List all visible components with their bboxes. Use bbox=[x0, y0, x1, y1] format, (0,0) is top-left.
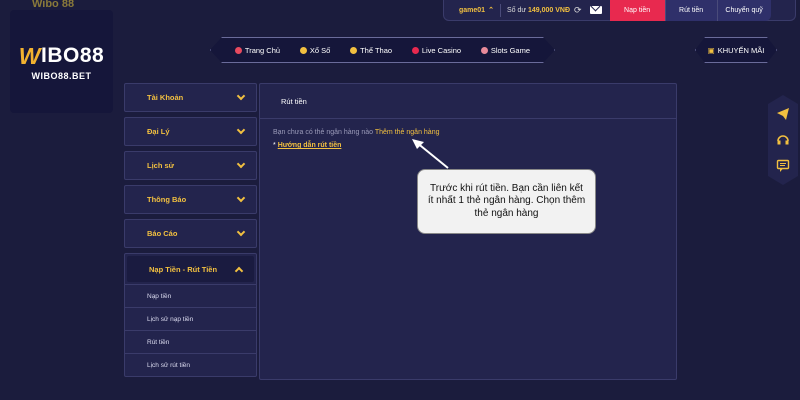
chat-icon[interactable] bbox=[776, 159, 790, 173]
headset-icon[interactable] bbox=[776, 133, 790, 147]
sidebar-item-label: Đại Lý bbox=[147, 127, 170, 136]
page: Wibo 88 W IBO88 WIBO88.BET game01 ⌃ Số d… bbox=[0, 0, 800, 400]
chevron-up-icon bbox=[234, 266, 244, 275]
nav-lottery-label: Xổ Số bbox=[309, 45, 331, 55]
panel-title: Rút tiền bbox=[260, 84, 676, 119]
sidebar-item-history[interactable]: Lịch sử bbox=[124, 151, 257, 180]
lottery-icon bbox=[300, 47, 307, 54]
nav-sports[interactable]: Thể Thao bbox=[350, 46, 392, 55]
promo-label: KHUYẾN MÃI bbox=[717, 45, 765, 55]
withdraw-guide-link[interactable]: Hướng dẫn rút tiền bbox=[278, 142, 342, 149]
home-icon bbox=[235, 47, 242, 54]
nav-home-label: Trang Chủ bbox=[244, 45, 281, 55]
balance: Số dư 149,000 VNĐ bbox=[501, 7, 574, 14]
sidebar-item-agent[interactable]: Đại Lý bbox=[124, 117, 257, 146]
nav-lottery[interactable]: Xổ Số bbox=[300, 46, 330, 55]
sidebar-subitem-deposit-history[interactable]: Lịch sử nạp tiền bbox=[125, 307, 256, 330]
balance-label: Số dư bbox=[506, 6, 527, 14]
nav-live-casino[interactable]: Live Casino bbox=[412, 46, 461, 55]
sidebar-subitem-withdraw-history[interactable]: Lịch sử rút tiền bbox=[125, 353, 256, 376]
sidebar-item-label: Lịch sử bbox=[147, 161, 175, 170]
refresh-icon[interactable]: ⟳ bbox=[574, 5, 588, 16]
chevron-down-icon bbox=[236, 159, 246, 169]
sidebar-item-deposit-withdraw[interactable]: Nạp Tiền - Rút Tiền bbox=[127, 256, 254, 282]
sidebar: Tài Khoản Đại Lý Lịch sử Thông Báo Báo C… bbox=[124, 83, 257, 377]
chevron-down-icon bbox=[236, 193, 246, 203]
nav-sports-label: Thể Thao bbox=[360, 45, 393, 55]
sidebar-item-label: Thông Báo bbox=[147, 195, 187, 204]
sidebar-item-reports[interactable]: Báo Cáo bbox=[124, 219, 257, 248]
mail-icon[interactable] bbox=[589, 6, 602, 14]
sidebar-group-deposit-withdraw: Nạp Tiền - Rút Tiền Nạp tiền Lịch sử nạp… bbox=[124, 253, 257, 377]
nav-slots[interactable]: Slots Game bbox=[481, 46, 530, 55]
casino-chip-icon bbox=[412, 47, 419, 54]
balance-value: 149,000 VNĐ bbox=[528, 6, 571, 14]
site-logo[interactable]: W IBO88 WIBO88.BET bbox=[10, 10, 113, 113]
sidebar-subitem-withdraw[interactable]: Rút tiền bbox=[125, 330, 256, 353]
slot-machine-icon bbox=[481, 47, 488, 54]
promo-button[interactable]: ▣ KHUYẾN MÃI bbox=[695, 37, 777, 63]
telegram-icon[interactable] bbox=[776, 107, 790, 121]
sidebar-item-label: Tài Khoản bbox=[147, 93, 184, 102]
floating-tools bbox=[768, 95, 798, 185]
logo-prefix: W bbox=[18, 42, 41, 69]
chevron-up-icon: ⌃ bbox=[488, 7, 494, 14]
sidebar-item-label: Báo Cáo bbox=[147, 229, 178, 238]
annotation-callout: Trước khi rút tiền. Bạn cần liên kết ít … bbox=[417, 169, 596, 234]
username: game01 bbox=[459, 6, 486, 14]
chevron-down-icon bbox=[236, 125, 246, 135]
withdraw-button[interactable]: Rút tiền bbox=[664, 0, 717, 21]
nav-live-casino-label: Live Casino bbox=[421, 45, 462, 55]
logo-wordmark: W IBO88 bbox=[19, 43, 104, 70]
main-nav: Trang Chủ Xổ Số Thể Thao Live Casino Slo… bbox=[210, 37, 555, 63]
sidebar-item-account[interactable]: Tài Khoản bbox=[124, 83, 257, 112]
nav-home[interactable]: Trang Chủ bbox=[235, 46, 280, 55]
no-bank-text: Bạn chưa có thẻ ngân hàng nào bbox=[273, 129, 374, 136]
user-menu[interactable]: game01 ⌃ bbox=[444, 6, 500, 15]
transfer-button[interactable]: Chuyển quỹ bbox=[716, 0, 771, 21]
deposit-button[interactable]: Nạp tiền bbox=[609, 0, 665, 21]
logo-rest: IBO88 bbox=[41, 44, 105, 67]
sidebar-item-label: Nạp Tiền - Rút Tiền bbox=[149, 264, 218, 274]
chevron-down-icon bbox=[236, 227, 246, 237]
soccer-ball-icon bbox=[350, 47, 357, 54]
nav-slots-label: Slots Game bbox=[490, 45, 531, 55]
chevron-down-icon bbox=[236, 91, 246, 101]
logo-domain: WIBO88.BET bbox=[31, 70, 92, 81]
sidebar-item-notifications[interactable]: Thông Báo bbox=[124, 185, 257, 214]
sidebar-subitem-deposit[interactable]: Nạp tiền bbox=[125, 284, 256, 307]
account-bar: game01 ⌃ Số dư 149,000 VNĐ ⟳ Nạp tiền Rú… bbox=[443, 0, 796, 21]
guide-bullet: * bbox=[273, 142, 276, 149]
gift-icon: ▣ bbox=[707, 45, 715, 55]
